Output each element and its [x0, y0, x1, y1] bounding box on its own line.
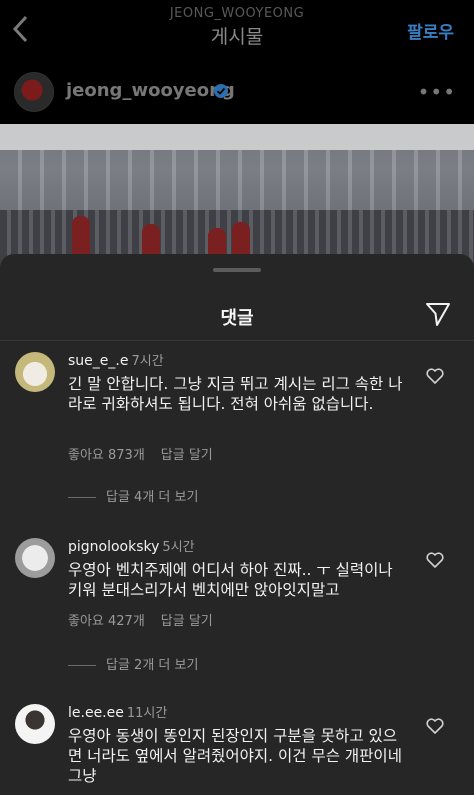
header-username: JEONG_WOOYEONG [169, 6, 305, 21]
post-author-row: jeong_wooyeong ••• [0, 64, 474, 122]
post-image [0, 124, 474, 276]
author-avatar[interactable] [14, 72, 54, 112]
comment-time: 5시간 [162, 540, 195, 555]
sheet-drag-handle[interactable] [213, 268, 261, 272]
replies-line [68, 665, 96, 666]
like-count[interactable]: 좋아요 873개 [68, 448, 145, 463]
follow-button[interactable]: 팔로우 [407, 18, 454, 43]
view-replies-label[interactable]: 답글 4개 더 보기 [106, 490, 198, 505]
author-username[interactable]: jeong_wooyeong [66, 80, 235, 101]
comment-text: 우영아 벤치주제에 어디서 하아 진짜.. ㅜ 실력이나 키워 분대스리가서 벤… [68, 561, 393, 599]
top-bar: JEONG_WOOYEONG 게시물 팔로우 [0, 0, 474, 60]
comment-meta: 좋아요 427개 답글 달기 [68, 610, 229, 629]
like-count[interactable]: 좋아요 427개 [68, 614, 145, 629]
view-replies-label[interactable]: 답글 2개 더 보기 [106, 658, 198, 673]
like-heart-icon[interactable] [426, 368, 444, 384]
comment-text: 긴 말 안합니다. 그냥 지금 뛰고 계시는 리그 속한 나라로 귀화하셔도 됩… [68, 375, 403, 413]
comment-text: 우영아 동생이 똥인지 된장인지 구분을 못하고 있으면 너라도 옆에서 알려줬… [68, 727, 402, 785]
page-title: 게시물 [210, 26, 264, 48]
like-heart-icon[interactable] [426, 718, 444, 734]
comments-title: 댓글 [220, 308, 254, 329]
comment-meta: 좋아요 873개 답글 달기 [68, 444, 229, 463]
verified-badge-icon [214, 84, 228, 98]
reply-button[interactable]: 답글 달기 [161, 614, 213, 629]
commenter-username[interactable]: le.ee.ee [68, 705, 124, 721]
comment-header: pignolooksky 5시간 [68, 536, 195, 555]
stadium-roof [0, 124, 474, 150]
commenter-avatar[interactable] [15, 538, 55, 578]
sheet-divider [0, 340, 474, 341]
send-icon[interactable] [424, 300, 452, 328]
view-replies-button[interactable]: 답글 4개 더 보기 [68, 486, 198, 505]
commenter-username[interactable]: sue_e_.e [68, 353, 128, 369]
view-replies-button[interactable]: 답글 2개 더 보기 [68, 654, 198, 673]
commenter-avatar[interactable] [15, 704, 55, 744]
stadium-stand [0, 150, 474, 210]
comment-header: sue_e_.e 7시간 [68, 350, 164, 369]
commenter-username[interactable]: pignolooksky [68, 539, 159, 555]
like-heart-icon[interactable] [426, 552, 444, 568]
commenter-avatar[interactable] [15, 352, 55, 392]
reply-button[interactable]: 답글 달기 [161, 448, 213, 463]
comment-time: 11시간 [126, 706, 168, 721]
replies-line [68, 497, 96, 498]
comments-sheet: 댓글 sue_e_.e 7시간 긴 말 안합니다. 그냥 지금 뛰고 계시는 리그… [0, 254, 474, 795]
comment-header: le.ee.ee 11시간 [68, 702, 167, 721]
more-options-icon[interactable]: ••• [418, 80, 456, 104]
comment-time: 7시간 [131, 354, 164, 369]
